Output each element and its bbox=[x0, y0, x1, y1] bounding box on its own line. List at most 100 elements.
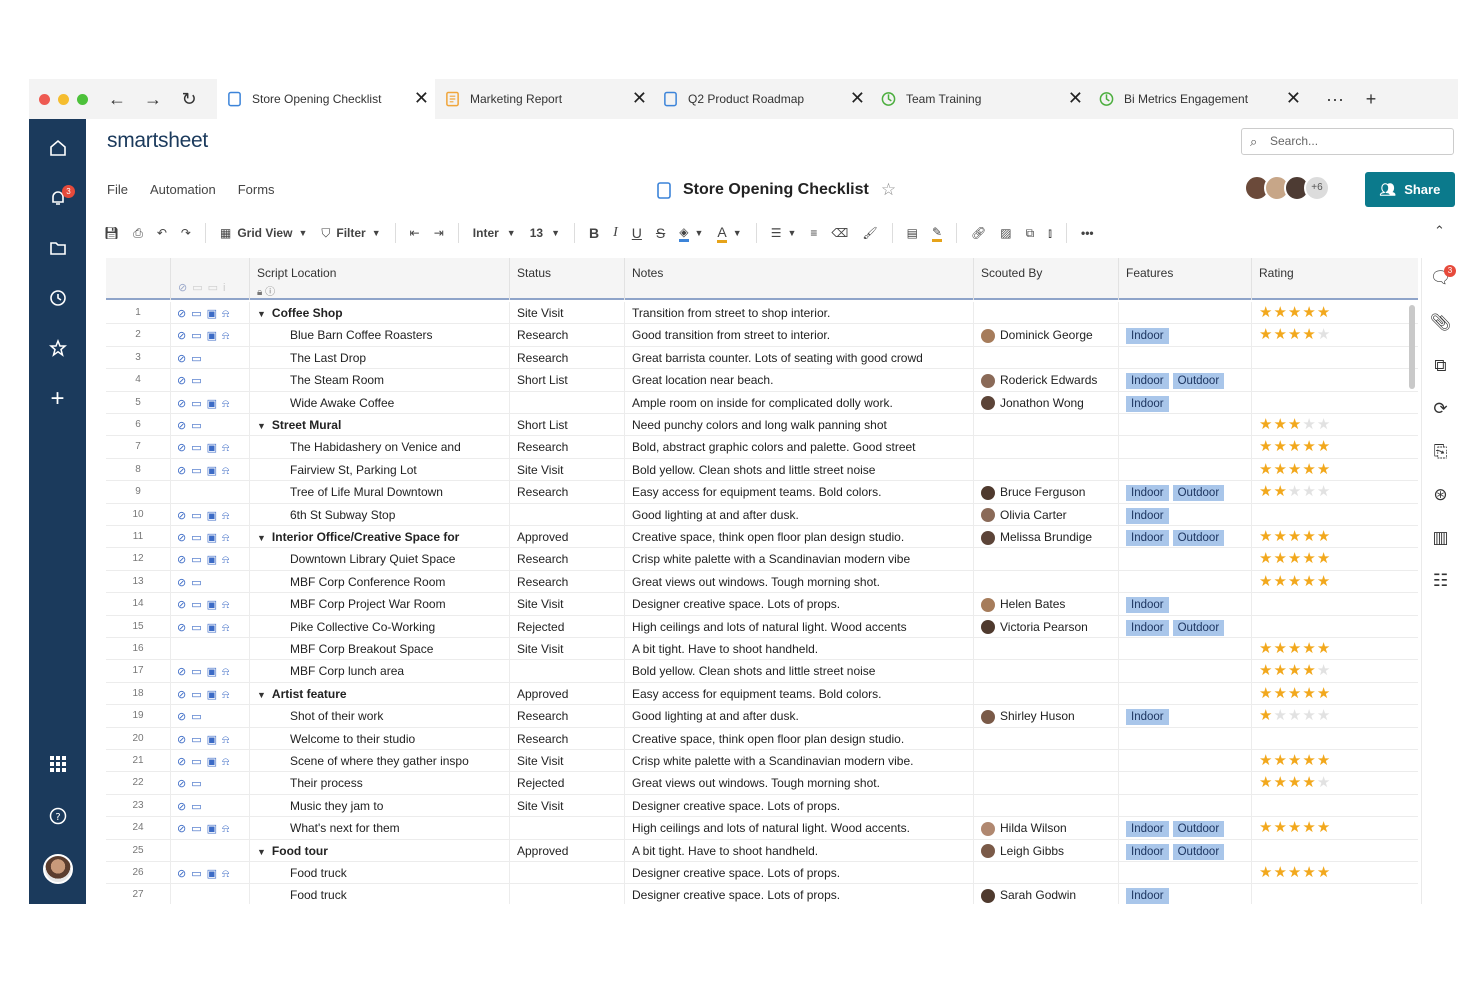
cell-notes[interactable]: Creative space, think open floor plan de… bbox=[625, 727, 974, 750]
proof-icon[interactable]: ▣ bbox=[207, 465, 222, 477]
star-rating[interactable]: ★★★★★ bbox=[1259, 573, 1331, 590]
cell-scouted-by[interactable] bbox=[974, 660, 1119, 683]
comment-icon[interactable]: ▭ bbox=[191, 330, 206, 342]
cell-features[interactable] bbox=[1119, 660, 1252, 683]
row-number[interactable]: 25 bbox=[106, 839, 171, 862]
fill-color-icon[interactable]: ◈ ▼ bbox=[679, 225, 703, 242]
cell-notes[interactable]: Great location near beach. bbox=[625, 369, 974, 392]
font-size-selector[interactable]: 13 ▼ bbox=[530, 226, 560, 240]
cell-rating[interactable] bbox=[1252, 728, 1418, 750]
cell-features[interactable] bbox=[1119, 302, 1252, 325]
reminder-icon[interactable]: ⍾ bbox=[222, 734, 234, 746]
attachment-icon[interactable]: ⊘ bbox=[177, 666, 191, 678]
redo-icon[interactable]: ↷ bbox=[181, 226, 191, 240]
tab-bi-metrics-engagement[interactable]: Bi Metrics Engagement ✕ bbox=[1089, 79, 1307, 119]
table-row[interactable]: 1 ⊘▭▣⍾ ▼ Coffee Shop Site Visit Transition fr… bbox=[106, 302, 1418, 325]
cell-notes[interactable]: Crisp white palette with a Scandinavian … bbox=[625, 548, 974, 571]
comment-icon[interactable]: ▭ bbox=[191, 353, 206, 365]
search-input[interactable]: ⌕ Search... bbox=[1241, 128, 1454, 155]
comment-icon[interactable]: ▭ bbox=[191, 756, 206, 768]
outdent-icon[interactable]: ⇤ bbox=[410, 226, 420, 240]
row-number[interactable]: 5 bbox=[106, 391, 171, 414]
cell-script-location[interactable]: Wide Awake Coffee bbox=[250, 391, 510, 414]
table-row[interactable]: 21 ⊘▭▣⍾ Scene of where they gather inspo Si… bbox=[106, 750, 1418, 773]
cell-notes[interactable]: Good lighting at and after dusk. bbox=[625, 503, 974, 526]
cell-script-location[interactable]: Pike Collective Co-Working bbox=[250, 615, 510, 638]
comment-icon[interactable]: ▭ bbox=[191, 532, 206, 544]
cell-rating[interactable] bbox=[1252, 795, 1418, 817]
attachment-icon[interactable]: ⊘ bbox=[177, 554, 191, 566]
cell-notes[interactable]: A bit tight. Have to shoot handheld. bbox=[625, 839, 974, 862]
attachment-icon[interactable]: ⊘ bbox=[177, 330, 191, 342]
proof-icon[interactable]: ▣ bbox=[207, 734, 222, 746]
cell-rating[interactable] bbox=[1252, 840, 1418, 862]
comment-icon[interactable]: ▭ bbox=[191, 801, 206, 813]
minimize-window-button[interactable] bbox=[58, 93, 69, 105]
cell-features[interactable] bbox=[1119, 862, 1252, 885]
table-row[interactable]: 24 ⊘▭▣⍾ What's next for them High ceilings … bbox=[106, 817, 1418, 840]
cell-script-location[interactable]: ▼ Artist feature bbox=[250, 682, 510, 706]
row-number[interactable]: 18 bbox=[106, 682, 171, 706]
cell-status[interactable]: Short List bbox=[510, 369, 625, 392]
row-number[interactable]: 2 bbox=[106, 324, 171, 347]
cell-rating[interactable] bbox=[1252, 369, 1418, 391]
cell-scouted-by[interactable] bbox=[974, 414, 1119, 437]
underline-icon[interactable]: U bbox=[632, 225, 642, 241]
reminder-icon[interactable]: ⍾ bbox=[222, 689, 234, 701]
proofs-icon[interactable]: ⧉ bbox=[1422, 356, 1458, 376]
column-header-script-location[interactable]: Script Location 🔒︎ ⓘ bbox=[250, 258, 510, 300]
forward-icon[interactable]: → bbox=[135, 79, 171, 119]
table-row[interactable]: 25 ▼ Food tour Approved A bit tight. Have to… bbox=[106, 839, 1418, 862]
cell-script-location[interactable]: What's next for them bbox=[250, 817, 510, 840]
proof-icon[interactable]: ▣ bbox=[207, 308, 222, 320]
cell-scouted-by[interactable] bbox=[974, 436, 1119, 459]
bold-icon[interactable]: B bbox=[589, 225, 599, 241]
reminder-icon[interactable]: ⍾ bbox=[222, 823, 234, 835]
cell-notes[interactable]: High ceilings and lots of natural light.… bbox=[625, 817, 974, 840]
cell-features[interactable] bbox=[1119, 682, 1252, 706]
close-tab-icon[interactable]: ✕ bbox=[1286, 88, 1301, 109]
cell-features[interactable] bbox=[1119, 750, 1252, 773]
card-view-icon[interactable]: ⧉ bbox=[1026, 226, 1035, 241]
cell-features[interactable]: Indoor bbox=[1119, 503, 1252, 526]
row-number[interactable]: 8 bbox=[106, 458, 171, 482]
maximize-window-button[interactable] bbox=[77, 93, 88, 105]
row-number[interactable]: 15 bbox=[106, 615, 171, 638]
cell-notes[interactable]: Easy access for equipment teams. Bold co… bbox=[625, 682, 974, 706]
cell-script-location[interactable]: ▼ Street Mural bbox=[250, 414, 510, 437]
cell-notes[interactable]: A bit tight. Have to shoot handheld. bbox=[625, 638, 974, 661]
cell-features[interactable] bbox=[1119, 638, 1252, 661]
row-number[interactable]: 16 bbox=[106, 638, 171, 661]
cell-rating[interactable]: ★★★★★ bbox=[1252, 638, 1418, 660]
cell-status[interactable] bbox=[510, 817, 625, 840]
table-row[interactable]: 17 ⊘▭▣⍾ MBF Corp lunch area Bold yellow. Cl… bbox=[106, 660, 1418, 683]
collapse-triangle-icon[interactable]: ▼ bbox=[257, 690, 266, 700]
cell-features[interactable]: Indoor bbox=[1119, 593, 1252, 616]
font-family-selector[interactable]: Inter ▼ bbox=[473, 226, 516, 240]
attachment-icon[interactable]: ⊘ bbox=[177, 734, 191, 746]
cell-scouted-by[interactable]: Jonathon Wong bbox=[974, 391, 1119, 414]
cell-script-location[interactable]: Welcome to their studio bbox=[250, 727, 510, 750]
row-number[interactable]: 10 bbox=[106, 503, 171, 526]
save-icon[interactable]: 💾︎ bbox=[104, 226, 119, 240]
table-row[interactable]: 16 MBF Corp Breakout Space Site Visit A bit… bbox=[106, 638, 1418, 661]
cell-scouted-by[interactable] bbox=[974, 727, 1119, 750]
proof-icon[interactable]: ▣ bbox=[207, 599, 222, 611]
cell-rating[interactable]: ★★★★★ bbox=[1252, 705, 1418, 727]
attachment-icon[interactable]: ⊘ bbox=[177, 577, 191, 589]
cell-status[interactable] bbox=[510, 884, 625, 904]
star-rating[interactable]: ★★★★★ bbox=[1259, 864, 1331, 881]
reminder-icon[interactable]: ⍾ bbox=[222, 510, 234, 522]
cell-rating[interactable]: ★★★★★ bbox=[1252, 302, 1418, 324]
cell-rating[interactable] bbox=[1252, 593, 1418, 615]
star-rating[interactable]: ★★★★★ bbox=[1259, 483, 1331, 500]
column-header-rating[interactable]: Rating bbox=[1252, 258, 1418, 300]
comment-icon[interactable]: ▭ bbox=[191, 868, 206, 880]
more-tabs-icon[interactable]: ··· bbox=[1317, 79, 1353, 119]
cell-notes[interactable]: Great views out windows. Tough morning s… bbox=[625, 772, 974, 795]
cell-status[interactable] bbox=[510, 391, 625, 414]
attachment-icon[interactable]: ⊘ bbox=[177, 599, 191, 611]
cell-script-location[interactable]: MBF Corp lunch area bbox=[250, 660, 510, 683]
table-row[interactable]: 5 ⊘▭▣⍾ Wide Awake Coffee Ample room on insi… bbox=[106, 391, 1418, 414]
cell-features[interactable] bbox=[1119, 727, 1252, 750]
